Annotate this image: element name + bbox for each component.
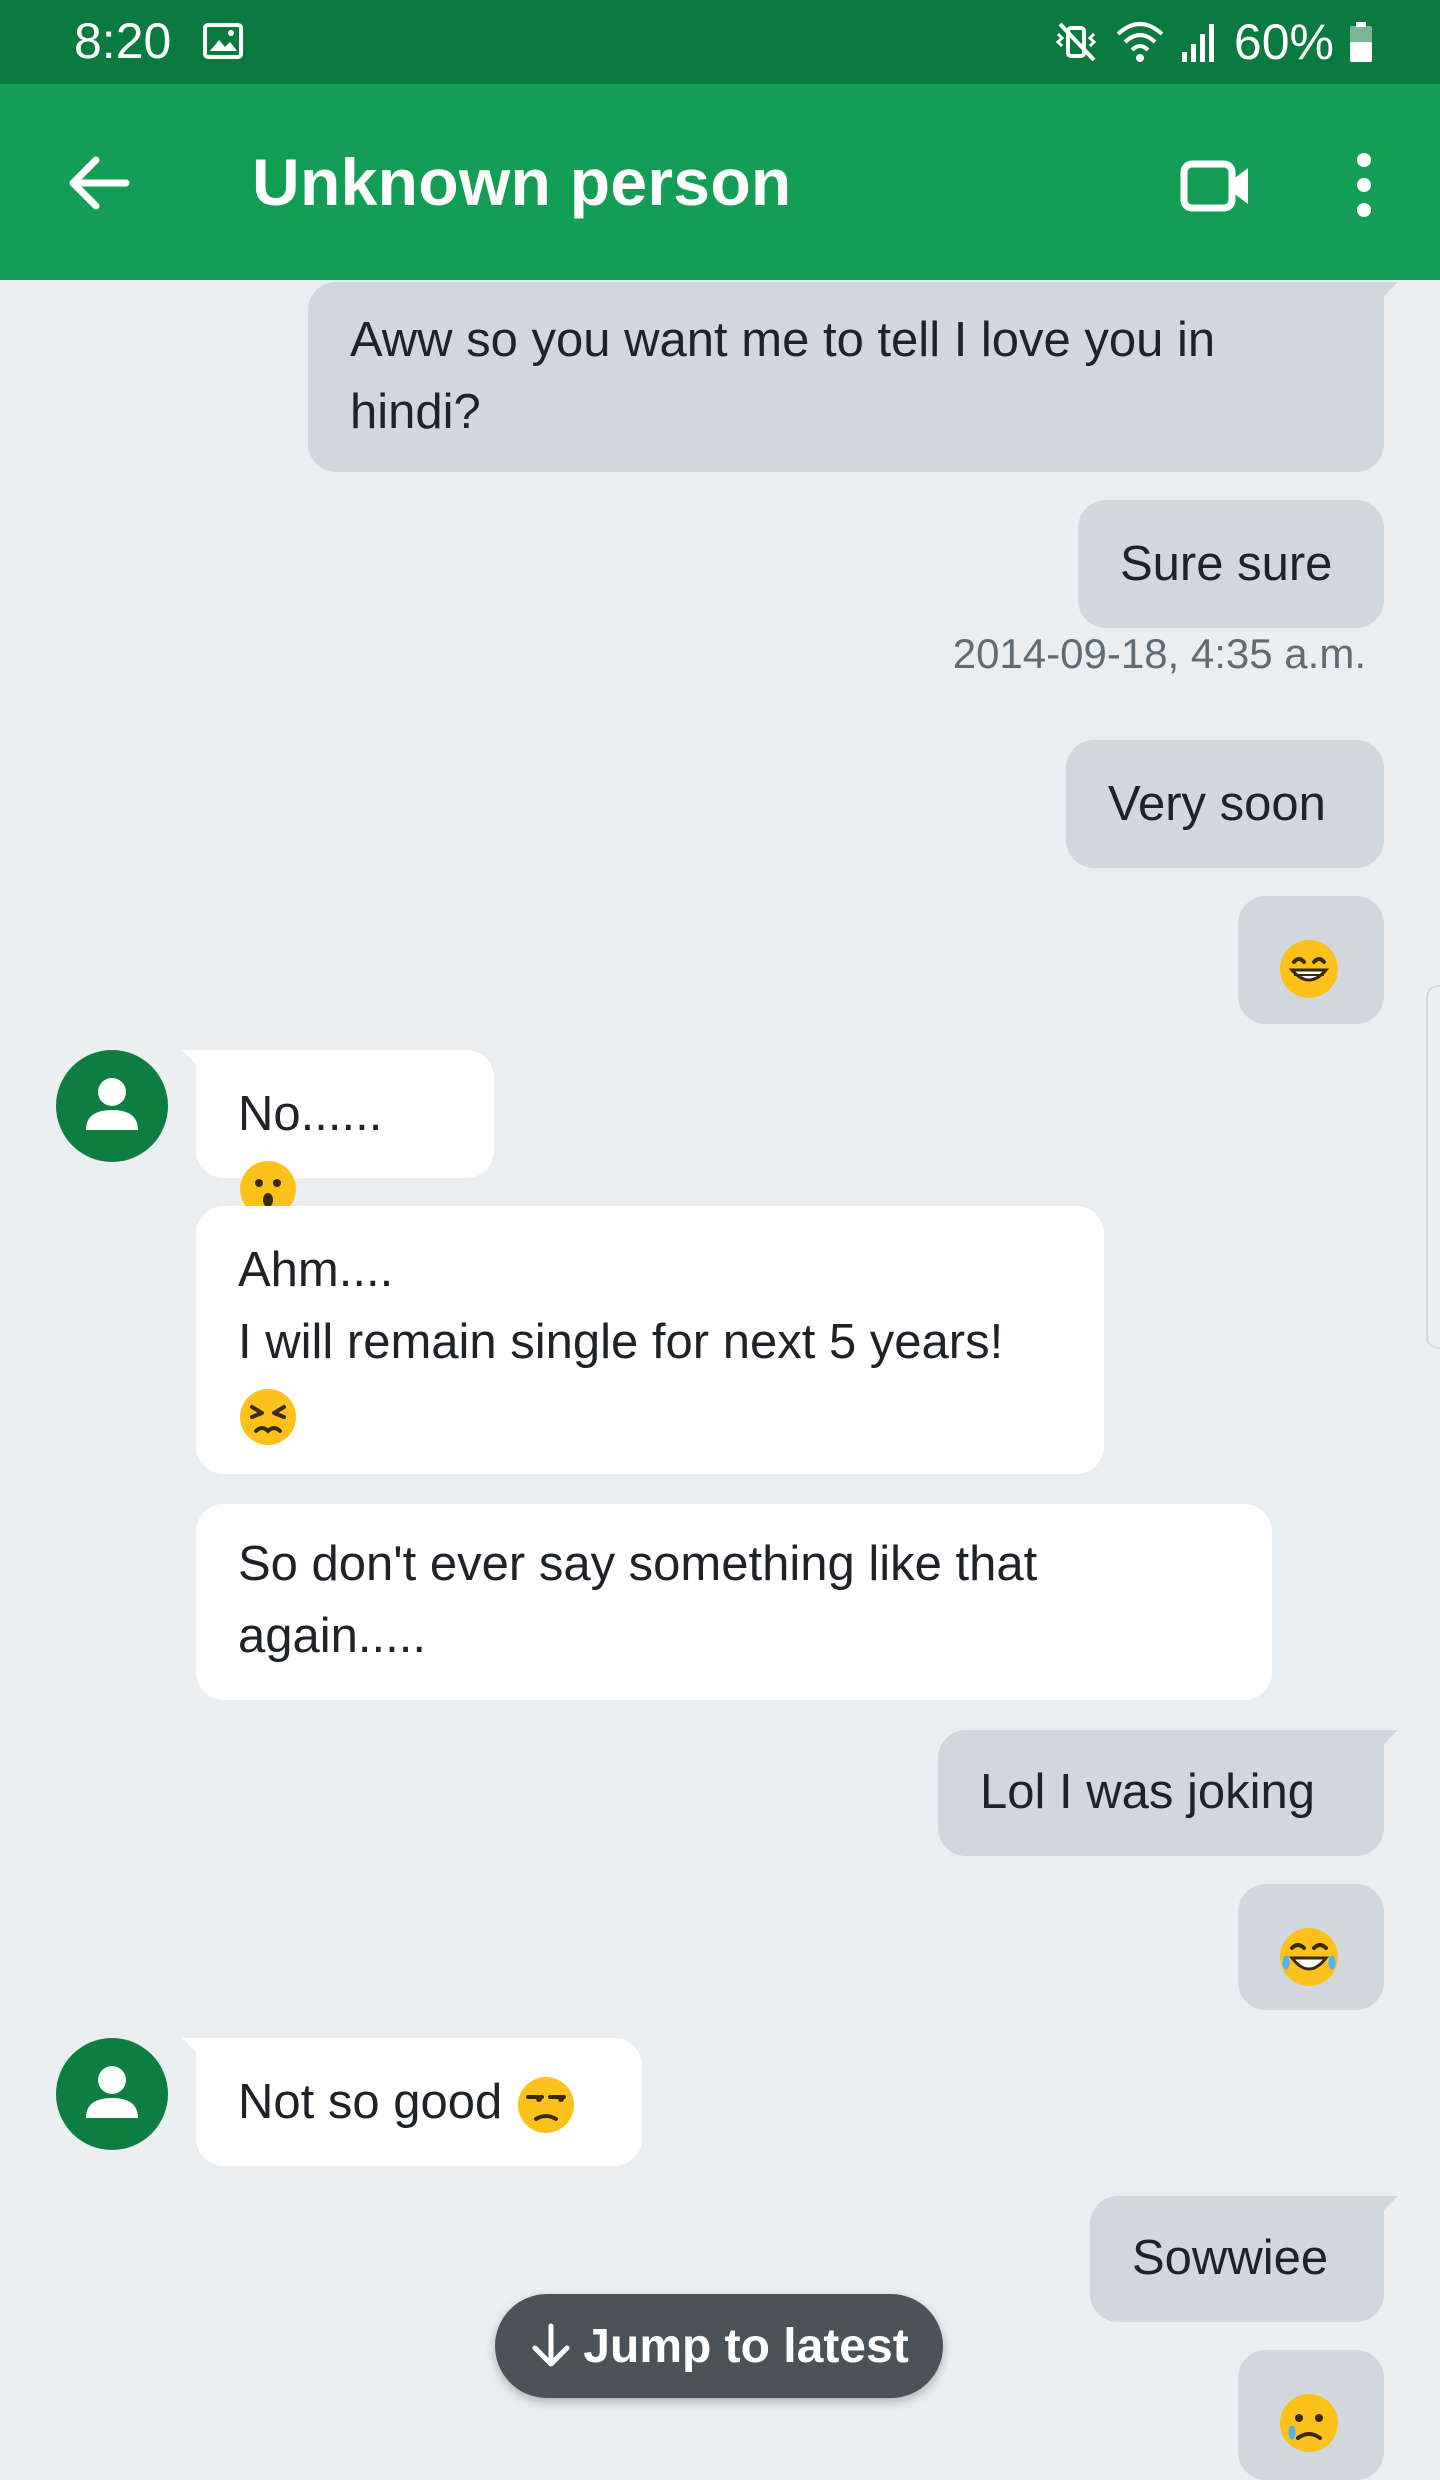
message-incoming[interactable]: Ahm.... I will remain single for next 5 … xyxy=(196,1206,1104,1474)
unamused-face-emoji xyxy=(516,2075,576,2135)
message-outgoing-emoji[interactable] xyxy=(1238,1884,1384,2010)
more-options-icon[interactable] xyxy=(1344,150,1384,220)
message-text: Sure sure xyxy=(1120,537,1333,591)
video-call-icon[interactable] xyxy=(1178,150,1254,220)
message-incoming[interactable]: No...... xyxy=(182,1050,494,1218)
message-text: Sowwiee xyxy=(1132,2231,1329,2285)
avatar-person-icon xyxy=(86,1078,138,1130)
message-outgoing-emoji[interactable] xyxy=(1238,896,1384,1024)
face-with-tears-of-joy-emoji xyxy=(1278,1926,1340,1988)
battery-icon xyxy=(1350,22,1372,62)
conversation-title: Unknown person xyxy=(252,145,792,219)
message-outgoing-emoji[interactable] xyxy=(1238,2350,1384,2480)
message-text: Lol I was joking xyxy=(980,1765,1316,1819)
message-text-line: Ahm.... xyxy=(238,1243,394,1297)
app-bar: Unknown person xyxy=(0,84,1440,280)
battery-percent: 60% xyxy=(1233,14,1334,70)
message-text-line: I will remain single for next 5 years! xyxy=(238,1315,1004,1369)
status-time: 8:20 xyxy=(74,13,172,69)
message-text: Not so good xyxy=(238,2075,503,2129)
wifi-icon xyxy=(1116,22,1164,62)
avatar[interactable] xyxy=(56,1050,168,1162)
message-timestamp: 2014-09-18, 4:35 a.m. xyxy=(952,630,1366,677)
gallery-icon xyxy=(203,23,243,59)
arrow-down-icon xyxy=(532,2323,570,2367)
message-text: Very soon xyxy=(1108,777,1326,831)
back-arrow-icon[interactable] xyxy=(64,148,134,218)
message-incoming[interactable]: So don't ever say something like that ag… xyxy=(196,1504,1272,1700)
message-outgoing[interactable]: Sure sure xyxy=(1078,500,1384,628)
message-outgoing[interactable]: Sowwiee xyxy=(1090,2196,1398,2322)
status-icons: 60% xyxy=(1054,12,1374,72)
mute-icon xyxy=(1055,22,1097,62)
message-text: Aww so you want me to tell I love you in… xyxy=(350,313,1216,439)
persevering-face-emoji xyxy=(238,1387,298,1447)
message-incoming[interactable]: Not so good xyxy=(182,2038,642,2166)
message-text: No...... xyxy=(238,1087,383,1141)
avatar[interactable] xyxy=(56,2038,168,2150)
message-text: So don't ever say something like that ag… xyxy=(238,1537,1038,1663)
jump-to-latest-button[interactable]: Jump to latest xyxy=(495,2294,943,2398)
signal-icon xyxy=(1181,24,1214,62)
avatar-person-icon xyxy=(86,2066,138,2118)
crying-face-emoji xyxy=(1278,2392,1340,2454)
message-outgoing[interactable]: Aww so you want me to tell I love you in… xyxy=(308,282,1398,472)
status-bar: 8:20 60% xyxy=(0,0,1440,84)
scroll-indicator[interactable] xyxy=(1426,985,1440,1349)
message-outgoing[interactable]: Lol I was joking xyxy=(938,1730,1398,1856)
message-outgoing[interactable]: Very soon xyxy=(1066,740,1384,868)
grinning-face-emoji xyxy=(1278,938,1340,1000)
jump-to-latest-label: Jump to latest xyxy=(583,2319,909,2373)
